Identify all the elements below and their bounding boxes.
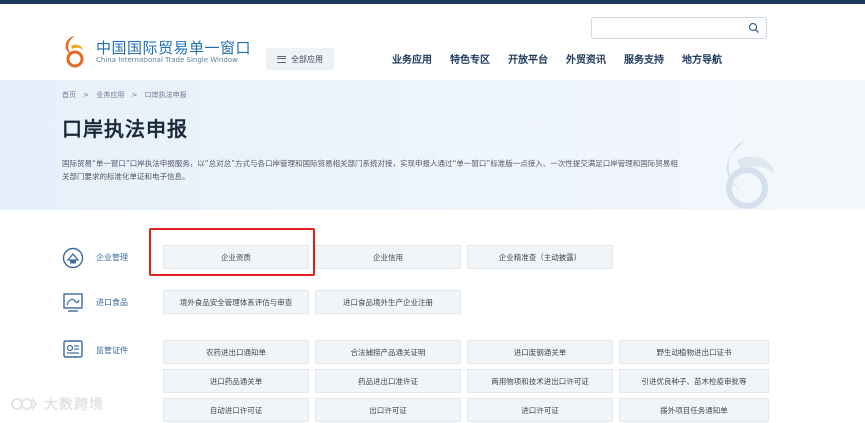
- scrap-steel-clearance-button[interactable]: 进口废钢通关单: [467, 340, 613, 364]
- breadcrumb-home[interactable]: 首页: [62, 91, 76, 99]
- nav-item-support[interactable]: 服务支持: [624, 51, 664, 66]
- banner-decoration-icon: [726, 140, 775, 209]
- foreign-aid-notice-button[interactable]: 援外项目任务通知单: [619, 398, 769, 422]
- watermark-text: 大数跨境: [44, 397, 104, 413]
- pesticide-notice-button[interactable]: 农药进出口通知单: [163, 340, 309, 364]
- logo-subtitle: China International Trade Single Window: [96, 56, 238, 64]
- food-import-icon: [63, 293, 83, 312]
- menu-icon: [277, 55, 286, 63]
- breadcrumb-separator: >: [83, 91, 90, 99]
- search-input[interactable]: [598, 20, 738, 36]
- certificate-icon: [63, 340, 83, 358]
- nav-item-news[interactable]: 外贸资讯: [566, 51, 606, 66]
- category-label-certificates: 监管证件: [96, 346, 128, 355]
- page-title: 口岸执法申报: [62, 117, 188, 141]
- site-logo[interactable]: 中国国际贸易单一窗口 China International Trade Sin…: [62, 34, 262, 74]
- export-license-button[interactable]: 出口许可证: [315, 398, 461, 422]
- breadcrumb-separator: >: [131, 91, 138, 99]
- legal-fishing-cert-button[interactable]: 合法捕捞产品通关证明: [315, 340, 461, 364]
- nav-item-business[interactable]: 业务应用: [392, 51, 432, 66]
- search-box: [591, 17, 767, 39]
- nav-item-local[interactable]: 地方导航: [682, 51, 722, 66]
- breadcrumb: 首页 > 业务应用 > 口岸执法申报: [62, 90, 192, 100]
- enterprise-qualification-button[interactable]: 企业资质: [163, 245, 309, 269]
- dual-use-license-button[interactable]: 两用物项和技术进出口许可证: [467, 369, 613, 393]
- nav-item-special[interactable]: 特色专区: [450, 51, 490, 66]
- all-apps-label: 全部应用: [291, 54, 323, 64]
- category-label-enterprise: 企业管理: [96, 253, 128, 262]
- seed-quarantine-button[interactable]: 引进优良种子、苗木检疫审批等: [619, 369, 769, 393]
- breadcrumb-business[interactable]: 业务应用: [96, 91, 124, 99]
- enterprise-icon: [62, 247, 84, 269]
- auto-import-license-button[interactable]: 自动进口许可证: [163, 398, 309, 422]
- site-header: 中国国际贸易单一窗口 China International Trade Sin…: [0, 4, 865, 80]
- drug-clearance-button[interactable]: 进口药品通关单: [163, 369, 309, 393]
- category-label-food-import: 进口食品: [96, 298, 128, 307]
- watermark-logo-icon: [11, 398, 38, 410]
- all-apps-button[interactable]: 全部应用: [266, 48, 334, 70]
- food-producer-registration-button[interactable]: 进口食品境外生产企业注册: [315, 290, 461, 314]
- import-license-button[interactable]: 进口许可证: [467, 398, 613, 422]
- drug-permit-button[interactable]: 药品进出口准许证: [315, 369, 461, 393]
- logo-title: 中国国际贸易单一窗口: [96, 39, 252, 57]
- watermark: 大数跨境: [10, 394, 104, 414]
- breadcrumb-current: 口岸执法申报: [144, 91, 187, 99]
- search-icon[interactable]: [748, 22, 760, 34]
- food-safety-assessment-button[interactable]: 境外食品安全管理体系评估与审查: [163, 290, 309, 314]
- main-nav: 业务应用 特色专区 开放平台 外贸资讯 服务支持 地方导航: [392, 51, 722, 66]
- enterprise-disclosure-button[interactable]: 企业精准查（主动披露）: [467, 245, 613, 269]
- logo-mark-icon: [65, 36, 84, 68]
- wildlife-cert-button[interactable]: 野生动植物进出口证书: [619, 340, 769, 364]
- page-description: 国际贸易“单一窗口”口岸执法申报服务，以“总对总”方式与各口岸管理和国际贸易相关…: [62, 159, 678, 181]
- page-banner: 首页 > 业务应用 > 口岸执法申报 口岸执法申报 国际贸易“单一窗口”口岸执法…: [0, 80, 865, 210]
- enterprise-credit-button[interactable]: 企业信用: [315, 245, 461, 269]
- nav-item-open-platform[interactable]: 开放平台: [508, 51, 548, 66]
